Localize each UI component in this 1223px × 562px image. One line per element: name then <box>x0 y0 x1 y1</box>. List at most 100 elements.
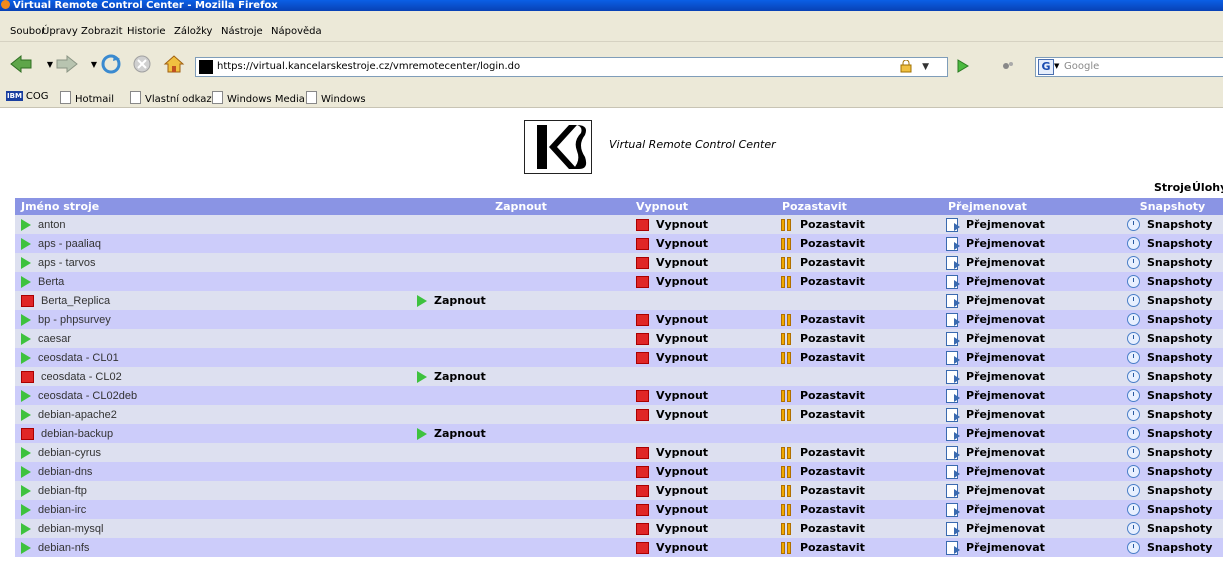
bookmark-cog[interactable]: IBM COG <box>6 91 49 102</box>
pause-button[interactable]: Pozastavit <box>766 256 927 269</box>
rename-button[interactable]: Přejmenovat <box>927 351 1122 365</box>
back-button[interactable] <box>9 52 33 76</box>
pause-button[interactable]: Pozastavit <box>766 446 927 459</box>
snapshots-button[interactable]: Snapshoty <box>1122 218 1223 231</box>
snapshots-button[interactable]: Snapshoty <box>1122 370 1223 383</box>
pause-button[interactable]: Pozastavit <box>766 408 927 421</box>
machine-name-link[interactable]: ceosdata - CL02 <box>15 370 416 383</box>
pause-button[interactable]: Pozastavit <box>766 465 927 478</box>
stop-button[interactable]: Vypnout <box>626 237 766 250</box>
bookmark-vlastni-odkazy[interactable]: Vlastní odkazy <box>130 91 218 105</box>
stop-button[interactable]: Vypnout <box>626 275 766 288</box>
pause-button[interactable]: Pozastavit <box>766 351 927 364</box>
bookmark-hotmail[interactable]: Hotmail <box>60 91 114 105</box>
reload-button[interactable] <box>99 52 123 76</box>
snapshots-button[interactable]: Snapshoty <box>1122 389 1223 402</box>
stop-button[interactable]: Vypnout <box>626 484 766 497</box>
rename-button[interactable]: Přejmenovat <box>927 389 1122 403</box>
stop-button[interactable]: Vypnout <box>626 313 766 326</box>
bookmark-windows[interactable]: Windows <box>306 91 366 105</box>
menu-napoveda[interactable]: Nápověda <box>271 26 322 37</box>
home-button[interactable] <box>162 52 186 76</box>
stop-button[interactable]: Vypnout <box>626 256 766 269</box>
snapshots-button[interactable]: Snapshoty <box>1122 275 1223 288</box>
col-header-name[interactable]: Jméno stroje <box>15 198 416 215</box>
snapshots-button[interactable]: Snapshoty <box>1122 351 1223 364</box>
extension-icon[interactable] <box>1001 60 1015 72</box>
machine-name-link[interactable]: debian-nfs <box>15 541 416 554</box>
stop-button[interactable]: Vypnout <box>626 408 766 421</box>
google-icon[interactable]: G <box>1038 59 1054 75</box>
machine-name-link[interactable]: anton <box>15 218 416 231</box>
pause-button[interactable]: Pozastavit <box>766 313 927 326</box>
snapshots-button[interactable]: Snapshoty <box>1122 408 1223 421</box>
machine-name-link[interactable]: aps - paaliaq <box>15 237 416 250</box>
snapshots-button[interactable]: Snapshoty <box>1122 541 1223 554</box>
rename-button[interactable]: Přejmenovat <box>927 332 1122 346</box>
menu-upravy[interactable]: Úpravy <box>42 26 78 37</box>
snapshots-button[interactable]: Snapshoty <box>1122 465 1223 478</box>
machine-name-link[interactable]: debian-dns <box>15 465 416 478</box>
snapshots-button[interactable]: Snapshoty <box>1122 522 1223 535</box>
machine-name-link[interactable]: debian-mysql <box>15 522 416 535</box>
url-history-dropdown[interactable]: ▼ <box>922 62 929 72</box>
start-button[interactable]: Zapnout <box>416 294 626 307</box>
rename-button[interactable]: Přejmenovat <box>927 237 1122 251</box>
stop-button[interactable] <box>130 52 154 76</box>
pause-button[interactable]: Pozastavit <box>766 541 927 554</box>
machine-name-link[interactable]: ceosdata - CL02deb <box>15 389 416 402</box>
rename-button[interactable]: Přejmenovat <box>927 256 1122 270</box>
rename-button[interactable]: Přejmenovat <box>927 503 1122 517</box>
machine-name-link[interactable]: debian-irc <box>15 503 416 516</box>
menu-zalozky[interactable]: Záložky <box>174 26 212 37</box>
snapshots-button[interactable]: Snapshoty <box>1122 256 1223 269</box>
machine-name-link[interactable]: ceosdata - CL01 <box>15 351 416 364</box>
pause-button[interactable]: Pozastavit <box>766 275 927 288</box>
stop-button[interactable]: Vypnout <box>626 541 766 554</box>
pause-button[interactable]: Pozastavit <box>766 237 927 250</box>
nav-tasks[interactable]: Úlohy <box>1192 181 1223 194</box>
snapshots-button[interactable]: Snapshoty <box>1122 484 1223 497</box>
snapshots-button[interactable]: Snapshoty <box>1122 313 1223 326</box>
machine-name-link[interactable]: Berta_Replica <box>15 294 416 307</box>
stop-button[interactable]: Vypnout <box>626 218 766 231</box>
rename-button[interactable]: Přejmenovat <box>927 484 1122 498</box>
machine-name-link[interactable]: Berta <box>15 275 416 288</box>
rename-button[interactable]: Přejmenovat <box>927 275 1122 289</box>
snapshots-button[interactable]: Snapshoty <box>1122 332 1223 345</box>
snapshots-button[interactable]: Snapshoty <box>1122 237 1223 250</box>
rename-button[interactable]: Přejmenovat <box>927 427 1122 441</box>
machine-name-link[interactable]: debian-cyrus <box>15 446 416 459</box>
snapshots-button[interactable]: Snapshoty <box>1122 427 1223 440</box>
stop-button[interactable]: Vypnout <box>626 332 766 345</box>
menu-historie[interactable]: Historie <box>127 26 166 37</box>
pause-button[interactable]: Pozastavit <box>766 389 927 402</box>
rename-button[interactable]: Přejmenovat <box>927 313 1122 327</box>
rename-button[interactable]: Přejmenovat <box>927 408 1122 422</box>
machine-name-link[interactable]: bp - phpsurvey <box>15 313 416 326</box>
go-arrow-icon[interactable] <box>956 59 970 73</box>
nav-machines[interactable]: Stroje <box>1154 181 1191 194</box>
pause-button[interactable]: Pozastavit <box>766 484 927 497</box>
stop-button[interactable]: Vypnout <box>626 503 766 516</box>
pause-button[interactable]: Pozastavit <box>766 218 927 231</box>
machine-name-link[interactable]: debian-ftp <box>15 484 416 497</box>
stop-button[interactable]: Vypnout <box>626 465 766 478</box>
forward-button[interactable] <box>55 52 79 76</box>
rename-button[interactable]: Přejmenovat <box>927 370 1122 384</box>
start-button[interactable]: Zapnout <box>416 427 626 440</box>
machine-name-link[interactable]: caesar <box>15 332 416 345</box>
snapshots-button[interactable]: Snapshoty <box>1122 446 1223 459</box>
pause-button[interactable]: Pozastavit <box>766 332 927 345</box>
pause-button[interactable]: Pozastavit <box>766 503 927 516</box>
rename-button[interactable]: Přejmenovat <box>927 465 1122 479</box>
rename-button[interactable]: Přejmenovat <box>927 294 1122 308</box>
snapshots-button[interactable]: Snapshoty <box>1122 294 1223 307</box>
machine-name-link[interactable]: aps - tarvos <box>15 256 416 269</box>
stop-button[interactable]: Vypnout <box>626 522 766 535</box>
stop-button[interactable]: Vypnout <box>626 389 766 402</box>
start-button[interactable]: Zapnout <box>416 370 626 383</box>
menu-nastroje[interactable]: Nástroje <box>221 26 263 37</box>
pause-button[interactable]: Pozastavit <box>766 522 927 535</box>
stop-button[interactable]: Vypnout <box>626 446 766 459</box>
